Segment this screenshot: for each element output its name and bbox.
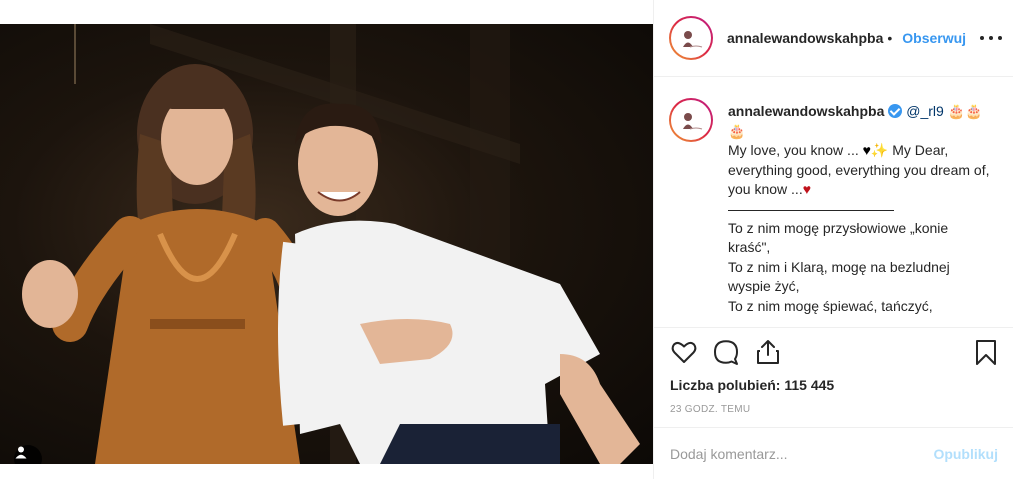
cake-emoji: 🎂: [728, 122, 746, 139]
post-media-pane: [0, 0, 653, 479]
user-tag-icon: [15, 446, 27, 459]
likes-number: 115 445: [784, 377, 835, 393]
heart-icon: [671, 341, 697, 363]
likes-label: Liczba polubień:: [670, 377, 781, 393]
avatar-image: [671, 100, 711, 140]
more-options-icon[interactable]: [980, 28, 1002, 48]
avatar-image: [671, 18, 711, 58]
cake-emoji: 🎂🎂: [947, 103, 983, 119]
share-icon: [757, 340, 779, 364]
caption-text: My love, you know ...: [728, 142, 863, 158]
post-caption: annalewandowskahpba @_rl9 🎂🎂 🎂 My love, …: [728, 102, 990, 316]
author-avatar[interactable]: [669, 16, 713, 60]
share-button[interactable]: [754, 338, 782, 366]
author-username[interactable]: annalewandowskahpba: [727, 30, 883, 46]
follow-button[interactable]: Obserwuj: [902, 30, 966, 46]
post-sidebar: annalewandowskahpba • Obserwuj annalewan…: [653, 0, 1013, 479]
caption-username[interactable]: annalewandowskahpba: [728, 103, 884, 119]
publish-button[interactable]: Opublikuj: [933, 446, 998, 462]
photo-illustration: [22, 24, 640, 464]
caption-line: To z nim mogę przysłowiowe „konie kraść"…: [728, 219, 949, 256]
black-heart-emoji: ♥: [862, 142, 871, 158]
caption-divider: [728, 209, 894, 211]
comment-icon: [714, 340, 738, 365]
caption-line: To z nim i Klarą, mogę na bezludnej wysp…: [728, 258, 950, 295]
comment-input[interactable]: [670, 445, 920, 462]
red-heart-emoji: ♥: [802, 181, 812, 197]
add-comment-form: Opublikuj: [654, 427, 1013, 479]
post-photo[interactable]: [0, 24, 653, 464]
caption-mention[interactable]: @_rl9: [906, 103, 944, 119]
verified-badge-icon: [888, 104, 903, 118]
comment-button[interactable]: [712, 338, 740, 366]
header-separator: •: [887, 30, 893, 46]
avatar-logo-icon: [683, 113, 703, 130]
caption-line: To z nim mogę śpiewać, tańczyć,: [728, 297, 933, 314]
bookmark-icon: [976, 340, 996, 365]
caption-author-avatar[interactable]: [669, 98, 713, 142]
like-button[interactable]: [670, 338, 698, 366]
action-bar: [670, 338, 1000, 370]
avatar-logo-icon: [683, 31, 703, 48]
comments-area[interactable]: annalewandowskahpba @_rl9 🎂🎂 🎂 My love, …: [654, 78, 1013, 328]
post-header: annalewandowskahpba • Obserwuj: [654, 0, 1013, 77]
save-button[interactable]: [972, 338, 1000, 366]
likes-count[interactable]: Liczba polubień: 115 445: [670, 377, 834, 393]
post-timestamp[interactable]: 23 GODZ. TEMU: [670, 404, 750, 415]
sparkle-emoji: ✨: [870, 142, 889, 158]
